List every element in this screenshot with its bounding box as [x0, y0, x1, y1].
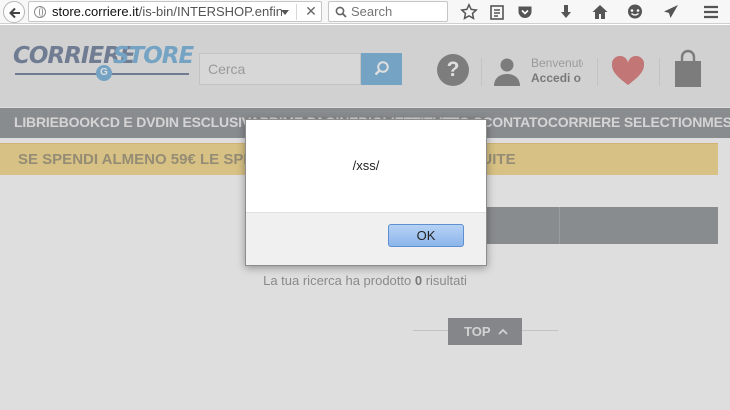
bookmark-star-icon[interactable]	[460, 3, 478, 21]
home-icon[interactable]	[591, 3, 609, 21]
arrow-left-icon	[9, 7, 20, 19]
menu-icon[interactable]	[702, 3, 720, 21]
alert-footer: OK	[246, 212, 486, 265]
chat-icon[interactable]	[626, 3, 644, 21]
alert-dialog: /xss/ OK	[245, 119, 487, 266]
pocket-icon[interactable]	[516, 3, 534, 21]
ok-button[interactable]: OK	[388, 224, 464, 247]
stop-icon[interactable]: ✕	[303, 3, 319, 19]
url-dropdown-icon[interactable]	[281, 10, 289, 15]
browser-toolbar: store.corriere.it/is-bin/INTERSHOP.enfin…	[0, 0, 730, 24]
alert-message: /xss/	[352, 158, 380, 173]
magnifier-icon	[335, 6, 347, 18]
send-icon[interactable]	[662, 3, 680, 21]
browser-search-box[interactable]	[328, 1, 448, 22]
browser-search-input[interactable]	[351, 3, 443, 20]
globe-icon	[34, 6, 46, 18]
url-separator	[296, 4, 297, 20]
url-path: /is-bin/INTERSHOP.enfin	[138, 4, 282, 19]
reading-list-icon[interactable]	[488, 3, 506, 21]
back-button[interactable]	[3, 1, 25, 23]
url-bar[interactable]: store.corriere.it/is-bin/INTERSHOP.enfin…	[28, 1, 322, 22]
url-text[interactable]: store.corriere.it/is-bin/INTERSHOP.enfin	[52, 4, 282, 20]
download-icon[interactable]	[557, 3, 575, 21]
url-domain: store.corriere.it	[52, 4, 139, 19]
